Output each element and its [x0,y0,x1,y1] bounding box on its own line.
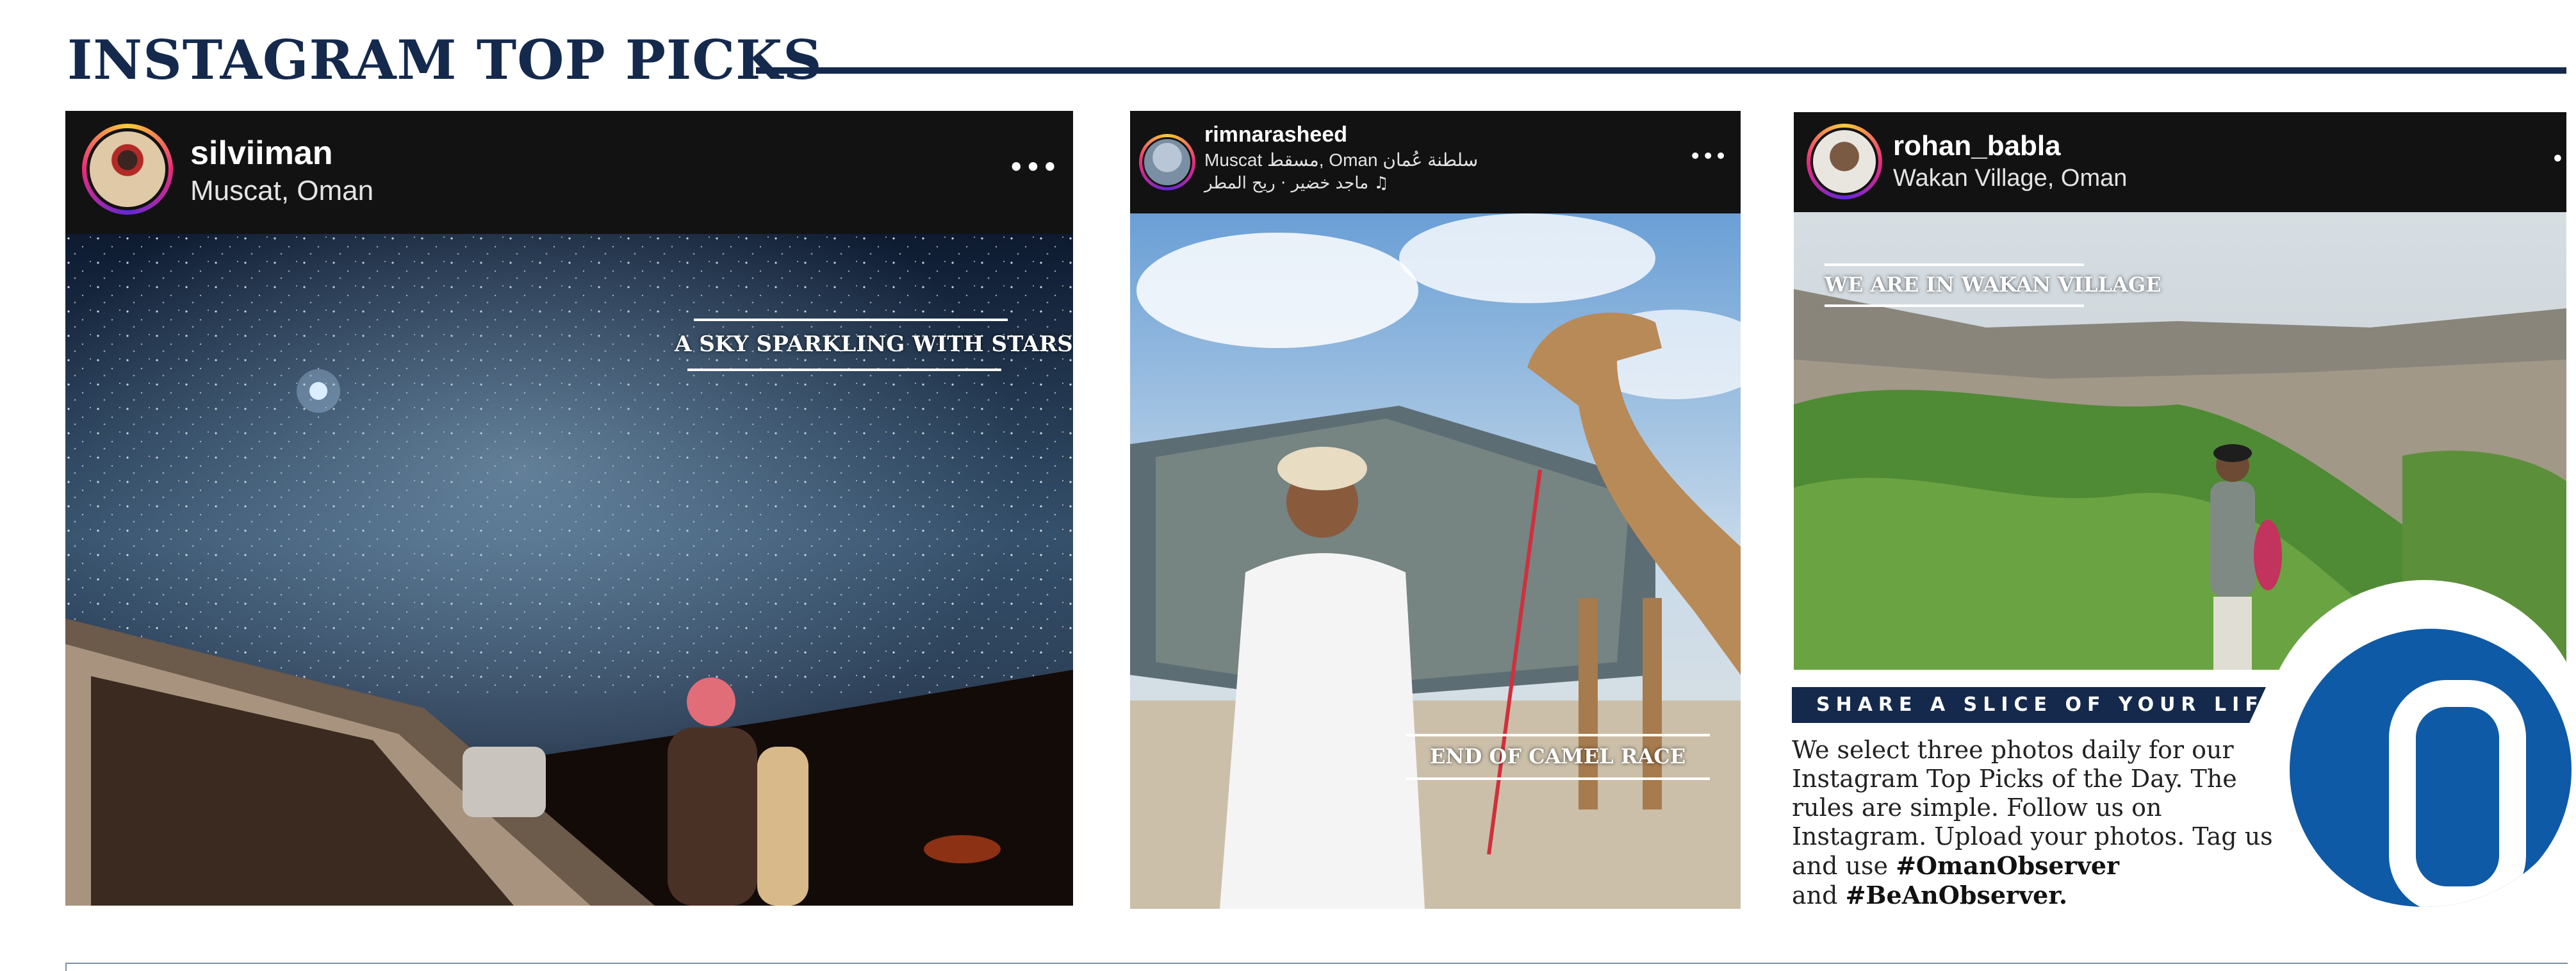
more-options-icon[interactable]: • [2552,148,2565,170]
audio-track[interactable]: ♫ ماجد خضير · ريح المطر [1204,174,1389,193]
camel-photo [1130,213,1741,909]
share-body: We select three photos daily for our Ins… [1792,736,2292,910]
location[interactable]: Muscat, Oman [190,175,373,207]
title-rule [756,67,2566,74]
username[interactable]: rimnarasheed [1204,122,1347,147]
share-and-text: and [1792,881,1838,909]
username[interactable]: rohan_babla [1893,130,2061,162]
more-options-icon[interactable]: ••• [1689,145,1728,167]
caption-text: END OF CAMEL RACE [1429,744,1686,768]
username[interactable]: silviiman [190,134,333,172]
caption-rule-top [694,319,1008,321]
caption-rule-top [1406,734,1710,736]
avatar[interactable] [1139,134,1195,190]
share-heading: SHARE A SLICE OF YOUR LIFE [1816,693,2283,716]
caption-rule-top [1825,263,2084,266]
post-caption: A SKY SPARKLING WITH STARS [675,319,1073,371]
hashtag-omanobserver[interactable]: #OmanObserver [1896,851,2119,880]
hashtag-beanobserver[interactable]: #BeAnObserver. [1846,881,2068,909]
avatar[interactable] [82,124,173,215]
caption-rule-bottom [1406,777,1710,780]
observer-logo-icon [2290,629,2572,907]
caption-rule-bottom [687,369,1001,371]
caption-rule-bottom [1825,304,2084,307]
post-header: silviiman Muscat, Oman ••• [65,111,1073,234]
bottom-rule-corner [65,963,67,971]
instagram-post-silviiman[interactable]: silviiman Muscat, Oman ••• A SKY SPARKLI… [65,111,1073,906]
post-header: rohan_babla Wakan Village, Oman • [1794,112,2566,212]
caption-text: WE ARE IN WAKAN VILLAGE [1825,272,2162,297]
section-title: INSTAGRAM TOP PICKS [67,28,823,92]
location[interactable]: Muscat مسقط, Oman سلطنة عُمان [1204,149,1478,170]
instagram-post-rimnarasheed[interactable]: rimnarasheed Muscat مسقط, Oman سلطنة عُم… [1130,111,1741,909]
observer-logo-badge [2261,580,2576,907]
caption-text: A SKY SPARKLING WITH STARS [675,331,1073,357]
post-caption: WE ARE IN WAKAN VILLAGE [1825,263,2162,307]
bottom-rule [65,963,2568,964]
location[interactable]: Wakan Village, Oman [1893,165,2127,192]
avatar[interactable] [1807,124,1882,199]
more-options-icon[interactable]: ••• [1008,153,1059,181]
post-header: rimnarasheed Muscat مسقط, Oman سلطنة عُم… [1130,111,1741,213]
post-caption: END OF CAMEL RACE [1406,734,1710,780]
logo-letter-o [2389,680,2526,907]
